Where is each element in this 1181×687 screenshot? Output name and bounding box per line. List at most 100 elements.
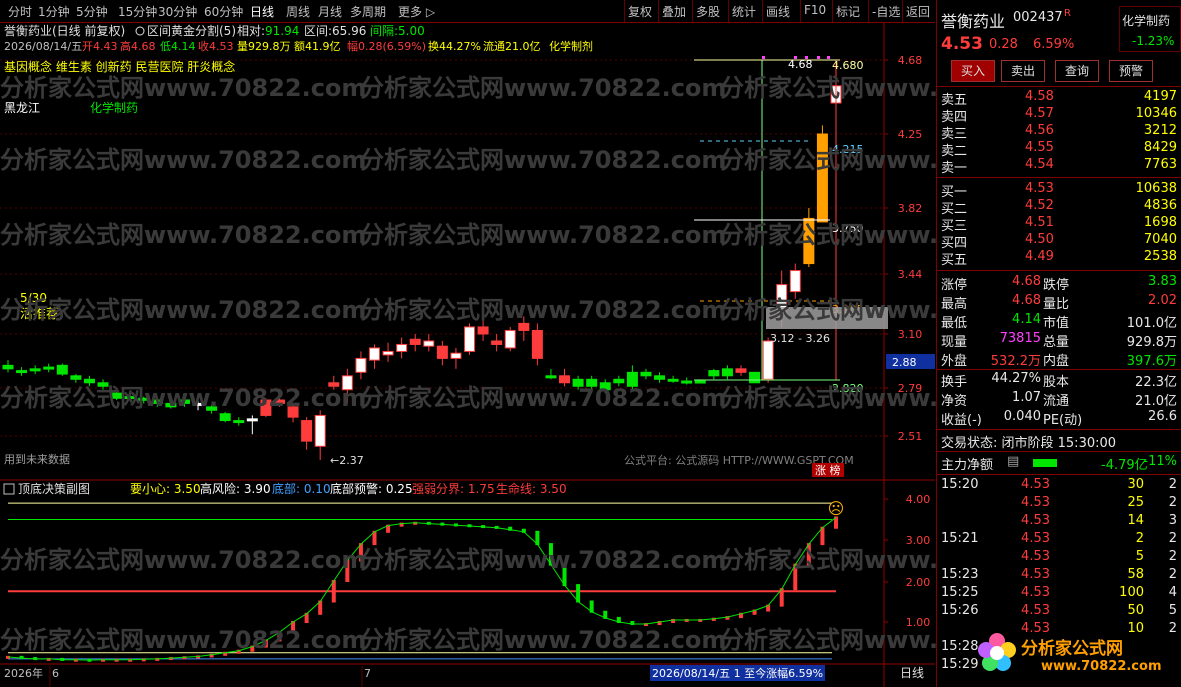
candle-body[interactable] bbox=[640, 371, 652, 377]
candle-body[interactable] bbox=[586, 378, 598, 387]
candle-body[interactable] bbox=[409, 338, 421, 345]
candle-body[interactable] bbox=[613, 378, 625, 384]
toolbar-button-7[interactable]: -自选 bbox=[872, 3, 900, 20]
candle-body[interactable] bbox=[531, 329, 543, 359]
sell-button[interactable]: 卖出 bbox=[1001, 60, 1045, 82]
stat-label: PE(动) bbox=[1043, 413, 1083, 428]
candle-body[interactable] bbox=[2, 364, 14, 370]
period-tab-7[interactable]: 周线 bbox=[286, 3, 310, 20]
toolbar-button-3[interactable]: 统计 bbox=[732, 3, 756, 20]
candle-body[interactable] bbox=[151, 399, 163, 404]
period-tab-6[interactable]: 日线 bbox=[250, 3, 274, 20]
candle-body[interactable] bbox=[396, 343, 408, 352]
buy-button[interactable]: 买入 bbox=[951, 60, 995, 82]
toolbar-button-8[interactable]: 返回 bbox=[906, 3, 930, 20]
note-text: 活推荐 bbox=[20, 307, 59, 322]
candle-body[interactable] bbox=[124, 396, 136, 400]
stat-label: 跌停 bbox=[1043, 278, 1070, 293]
candle-body[interactable] bbox=[436, 345, 448, 359]
candle-body[interactable] bbox=[233, 420, 245, 424]
candle-body[interactable] bbox=[694, 380, 706, 384]
tick-row: 15:25 4.53 100 4 bbox=[937, 584, 1181, 603]
candle-body[interactable] bbox=[314, 414, 326, 447]
tick-count: 4 bbox=[1168, 585, 1177, 600]
candle-body[interactable] bbox=[667, 378, 679, 382]
candle-body[interactable] bbox=[464, 326, 476, 352]
candle-body[interactable] bbox=[355, 357, 367, 373]
candle-body[interactable] bbox=[518, 322, 530, 331]
candle-body[interactable] bbox=[341, 375, 353, 391]
candle-body[interactable] bbox=[477, 326, 489, 335]
indicator-toggle-icon[interactable] bbox=[135, 26, 145, 36]
candle-body[interactable] bbox=[138, 397, 150, 401]
toolbar-button-5[interactable]: F10 bbox=[804, 3, 826, 17]
subchart-param-2: 底部: 0.10 bbox=[272, 481, 331, 496]
candle-body[interactable] bbox=[287, 406, 299, 418]
candle-body[interactable] bbox=[626, 371, 638, 387]
candle-body[interactable] bbox=[491, 340, 503, 345]
query-button[interactable]: 查询 bbox=[1055, 60, 1099, 82]
period-tab-5[interactable]: 60分钟 bbox=[204, 3, 243, 20]
candle-body[interactable] bbox=[97, 382, 109, 387]
kline-chart[interactable]: 誉衡药业(日线 前复权) 区间黄金分割(5) 相对: 91.94 区间: 65.96 间隔:… bbox=[0, 22, 935, 687]
period-tab-3[interactable]: 15分钟 bbox=[118, 3, 157, 20]
candle-body[interactable] bbox=[735, 368, 747, 373]
candle-body[interactable] bbox=[450, 352, 462, 359]
subchart-title: 顶底决策副图 bbox=[18, 481, 90, 496]
candle-body[interactable] bbox=[16, 370, 28, 374]
candle-body[interactable] bbox=[56, 364, 68, 375]
stock-name[interactable]: 誉衡药业 bbox=[941, 8, 1005, 32]
candle-body[interactable] bbox=[789, 270, 801, 293]
candle-body[interactable] bbox=[749, 371, 761, 384]
candle-body[interactable] bbox=[504, 329, 516, 349]
bar-high: 高4.68 bbox=[120, 39, 156, 53]
candle-body[interactable] bbox=[83, 378, 95, 384]
period-tab-10[interactable]: 更多 ▷ bbox=[398, 3, 435, 20]
candle-body[interactable] bbox=[246, 418, 258, 422]
candle-body[interactable] bbox=[111, 392, 123, 399]
alert-button[interactable]: 预警 bbox=[1109, 60, 1153, 82]
period-tab-8[interactable]: 月线 bbox=[318, 3, 342, 20]
toolbar-button-4[interactable]: 画线 bbox=[766, 3, 790, 20]
candle-body[interactable] bbox=[206, 406, 218, 411]
candle-body[interactable] bbox=[816, 133, 828, 223]
candle-body[interactable] bbox=[572, 378, 584, 387]
candle-body[interactable] bbox=[165, 402, 177, 408]
period-tab-9[interactable]: 多周期 bbox=[350, 3, 386, 20]
candle-body[interactable] bbox=[219, 413, 231, 422]
candle-body[interactable] bbox=[29, 368, 41, 372]
tick-time: 15:21 bbox=[941, 531, 979, 546]
period-tab-0[interactable]: 分时 bbox=[8, 3, 32, 20]
candle-body[interactable] bbox=[762, 340, 774, 380]
candle-body[interactable] bbox=[382, 350, 394, 356]
stat-row: 收益(-) 0.040 PE(动) 26.6 bbox=[937, 408, 1181, 428]
candle-body[interactable] bbox=[803, 217, 815, 265]
candle-body[interactable] bbox=[423, 340, 435, 347]
period-tab-4[interactable]: 30分钟 bbox=[158, 3, 197, 20]
toolbar-button-1[interactable]: 叠加 bbox=[662, 3, 686, 20]
candle-body[interactable] bbox=[654, 375, 666, 380]
candle-body[interactable] bbox=[708, 370, 720, 377]
candle-body[interactable] bbox=[192, 402, 204, 406]
candle-body[interactable] bbox=[681, 380, 693, 384]
candle-body[interactable] bbox=[368, 347, 380, 361]
candle-body[interactable] bbox=[273, 399, 285, 404]
candle-body[interactable] bbox=[328, 382, 340, 387]
candle-body[interactable] bbox=[721, 368, 733, 377]
candle-body[interactable] bbox=[260, 399, 272, 416]
subchart-toggle-icon[interactable] bbox=[3, 483, 15, 495]
toolbar-button-6[interactable]: 标记 bbox=[836, 3, 860, 20]
candle-body[interactable] bbox=[301, 420, 313, 442]
toolbar-button-2[interactable]: 多股 bbox=[696, 3, 720, 20]
period-tab-2[interactable]: 5分钟 bbox=[76, 3, 108, 20]
candle-body[interactable] bbox=[43, 366, 55, 370]
toolbar-button-0[interactable]: 复权 bbox=[628, 3, 652, 20]
stat-value: 26.6 bbox=[1148, 409, 1177, 424]
candle-body[interactable] bbox=[599, 382, 611, 391]
candle-body[interactable] bbox=[559, 375, 571, 384]
candle-body[interactable] bbox=[178, 399, 190, 404]
divider bbox=[937, 177, 1181, 178]
candle-body[interactable] bbox=[70, 375, 82, 380]
period-tab-1[interactable]: 1分钟 bbox=[38, 3, 70, 20]
candle-body[interactable] bbox=[545, 375, 557, 379]
